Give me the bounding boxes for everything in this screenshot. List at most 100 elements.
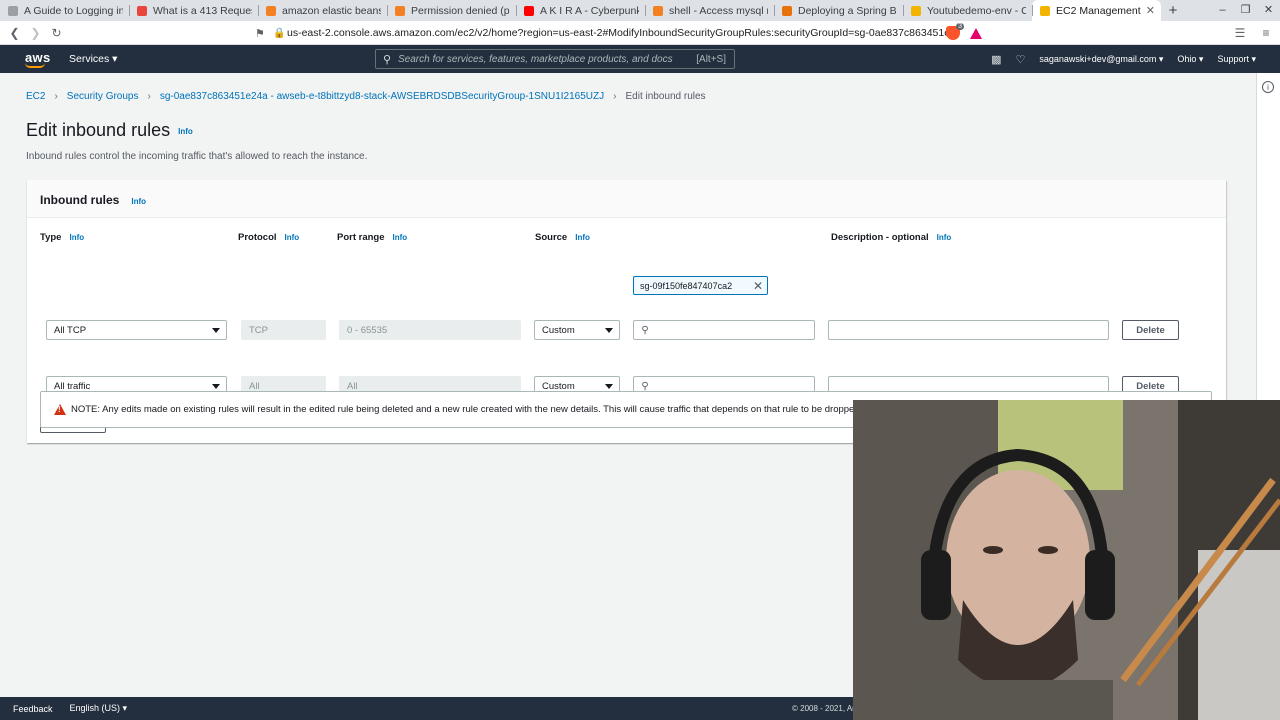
playlist-icon[interactable]: ☰ bbox=[1232, 26, 1248, 40]
breadcrumb: EC2 › Security Groups › sg-0ae837c863451… bbox=[26, 91, 706, 102]
feedback-link[interactable]: Feedback bbox=[13, 704, 53, 714]
brave-rewards-icon[interactable] bbox=[970, 27, 982, 39]
support-menu[interactable]: Support ▾ bbox=[1217, 54, 1256, 65]
restore-icon[interactable]: ❐ bbox=[1234, 0, 1257, 21]
chevron-down-icon bbox=[212, 384, 220, 389]
type-info-link[interactable]: Info bbox=[69, 233, 84, 242]
page-title: Edit inbound rules Info bbox=[26, 120, 193, 141]
rule-1-source-value: Custom bbox=[542, 324, 575, 336]
services-label: Services bbox=[69, 53, 110, 65]
browser-tab[interactable]: A K I R A - Cyberpunk bbox=[516, 0, 645, 21]
cloudshell-icon[interactable]: ▩ bbox=[991, 53, 1001, 66]
panel-title: Inbound rules Info bbox=[40, 193, 146, 207]
shield-count: 3 bbox=[956, 23, 964, 30]
tab-title: EC2 Management C bbox=[1056, 4, 1142, 17]
breadcrumb-security-groups[interactable]: Security Groups bbox=[67, 91, 139, 102]
chevron-down-icon bbox=[605, 328, 613, 333]
new-tab-button[interactable]: + bbox=[1161, 0, 1185, 21]
browser-tab[interactable]: What is a 413 Request bbox=[129, 0, 258, 21]
region-menu[interactable]: Ohio ▾ bbox=[1177, 54, 1203, 65]
aws-console-header: aws Services ▾ ⚲ Search for services, fe… bbox=[0, 45, 1280, 73]
account-menu[interactable]: saganawski+dev@gmail.com ▾ bbox=[1039, 54, 1163, 65]
breadcrumb-security-group[interactable]: sg-0ae837c863451e24a - awseb-e-t8bittzyd… bbox=[160, 91, 604, 102]
rule-1-type-select[interactable]: All TCP bbox=[46, 320, 227, 340]
console-search[interactable]: ⚲ Search for services, features, marketp… bbox=[375, 49, 735, 69]
minimize-icon[interactable]: – bbox=[1211, 0, 1234, 21]
rule-2-source-value: Custom bbox=[542, 380, 575, 392]
search-icon: ⚲ bbox=[641, 380, 649, 392]
language-selector[interactable]: English (US) ▾ bbox=[70, 703, 128, 714]
panel-info-link[interactable]: Info bbox=[131, 197, 146, 206]
source-info-link[interactable]: Info bbox=[575, 233, 590, 242]
col-source-label: Source bbox=[535, 232, 568, 243]
tab-title: A K I R A - Cyberpunk bbox=[540, 4, 639, 17]
rule-1-protocol-value: TCP bbox=[249, 324, 268, 336]
description-info-link[interactable]: Info bbox=[937, 233, 952, 242]
url-text[interactable]: us-east-2.console.aws.amazon.com/ec2/v2/… bbox=[287, 27, 955, 39]
browser-tab[interactable]: EC2 Management C ✕ bbox=[1032, 0, 1161, 21]
favicon-icon bbox=[266, 5, 276, 16]
brave-shield-icon[interactable]: 3 bbox=[946, 23, 964, 40]
favicon-icon bbox=[8, 5, 18, 16]
rule-1-description-input[interactable] bbox=[828, 320, 1109, 340]
col-port-range-label: Port range bbox=[337, 232, 385, 243]
col-type: Type Info bbox=[40, 232, 84, 243]
tab-title: Permission denied (pu bbox=[411, 4, 510, 17]
favicon-icon bbox=[1040, 5, 1050, 16]
col-port-range: Port range Info bbox=[337, 232, 407, 243]
favicon-icon bbox=[524, 5, 534, 16]
tab-title: amazon elastic beanst bbox=[282, 4, 381, 17]
info-icon[interactable]: i bbox=[1262, 81, 1274, 93]
rule-1-source-search-input[interactable]: ⚲ bbox=[633, 320, 815, 340]
rule-1-source-select[interactable]: Custom bbox=[534, 320, 620, 340]
favicon-icon bbox=[653, 5, 663, 16]
search-icon: ⚲ bbox=[382, 53, 392, 66]
webcam-overlay bbox=[853, 400, 1280, 720]
browser-tab[interactable]: Youtubedemo-env - Co bbox=[903, 0, 1032, 21]
browser-tab[interactable]: Deploying a Spring Bo bbox=[774, 0, 903, 21]
col-protocol: Protocol Info bbox=[238, 232, 299, 243]
page-info-link[interactable]: Info bbox=[178, 127, 193, 136]
tab-title: Youtubedemo-env - Co bbox=[927, 4, 1026, 17]
source-token[interactable]: sg-09f150fe847407ca2 ✕ bbox=[633, 276, 768, 295]
region-label: Ohio bbox=[1177, 54, 1197, 64]
favicon-icon bbox=[782, 5, 792, 16]
browser-tab[interactable]: Permission denied (pu bbox=[387, 0, 516, 21]
rule-1-delete-button[interactable]: Delete bbox=[1122, 320, 1179, 340]
bell-icon[interactable]: ♡ bbox=[1016, 53, 1026, 66]
rule-1-port-range-value: 0 - 65535 bbox=[347, 324, 388, 336]
port-range-info-link[interactable]: Info bbox=[393, 233, 408, 242]
favicon-icon bbox=[911, 5, 921, 16]
warning-icon bbox=[54, 404, 66, 415]
browser-tab[interactable]: amazon elastic beanst bbox=[258, 0, 387, 21]
back-icon[interactable]: ❮ bbox=[4, 26, 25, 40]
browser-tab[interactable]: A Guide to Logging in S bbox=[0, 0, 129, 21]
bookmark-icon[interactable]: ⚑ bbox=[255, 27, 273, 40]
language-label: English (US) bbox=[69, 703, 121, 713]
rule-1-type-value: All TCP bbox=[54, 324, 87, 336]
lock-icon[interactable]: 🔒 bbox=[273, 28, 287, 39]
browser-toolbar: ❮ ❯ ↻ ⚑ 🔒 us-east-2.console.aws.amazon.c… bbox=[0, 21, 1280, 45]
col-description: Description - optional Info bbox=[831, 232, 951, 243]
breadcrumb-separator-icon: › bbox=[613, 91, 617, 102]
rule-2-type-value: All traffic bbox=[54, 380, 91, 392]
page-description: Inbound rules control the incoming traff… bbox=[26, 151, 368, 162]
services-menu[interactable]: Services ▾ bbox=[69, 53, 117, 65]
protocol-info-link[interactable]: Info bbox=[285, 233, 300, 242]
tab-title: What is a 413 Request bbox=[153, 4, 252, 17]
search-icon: ⚲ bbox=[641, 324, 649, 336]
reload-icon[interactable]: ↻ bbox=[46, 26, 67, 40]
aws-logo[interactable]: aws bbox=[25, 50, 50, 68]
panel-title-text: Inbound rules bbox=[40, 193, 120, 207]
forward-icon[interactable]: ❯ bbox=[25, 26, 46, 40]
rule-1-delete-label: Delete bbox=[1136, 324, 1165, 336]
browser-tab[interactable]: shell - Access mysql re bbox=[645, 0, 774, 21]
remove-token-icon[interactable]: ✕ bbox=[753, 279, 763, 293]
search-placeholder: Search for services, features, marketpla… bbox=[398, 53, 673, 65]
breadcrumb-current: Edit inbound rules bbox=[625, 91, 706, 102]
address-bar[interactable]: ⚑ 🔒 us-east-2.console.aws.amazon.com/ec2… bbox=[255, 23, 955, 43]
close-tab-icon[interactable]: ✕ bbox=[1146, 4, 1155, 17]
close-window-icon[interactable]: ✕ bbox=[1257, 0, 1280, 21]
browser-menu-icon[interactable]: ≡ bbox=[1258, 26, 1274, 40]
breadcrumb-ec2[interactable]: EC2 bbox=[26, 91, 45, 102]
